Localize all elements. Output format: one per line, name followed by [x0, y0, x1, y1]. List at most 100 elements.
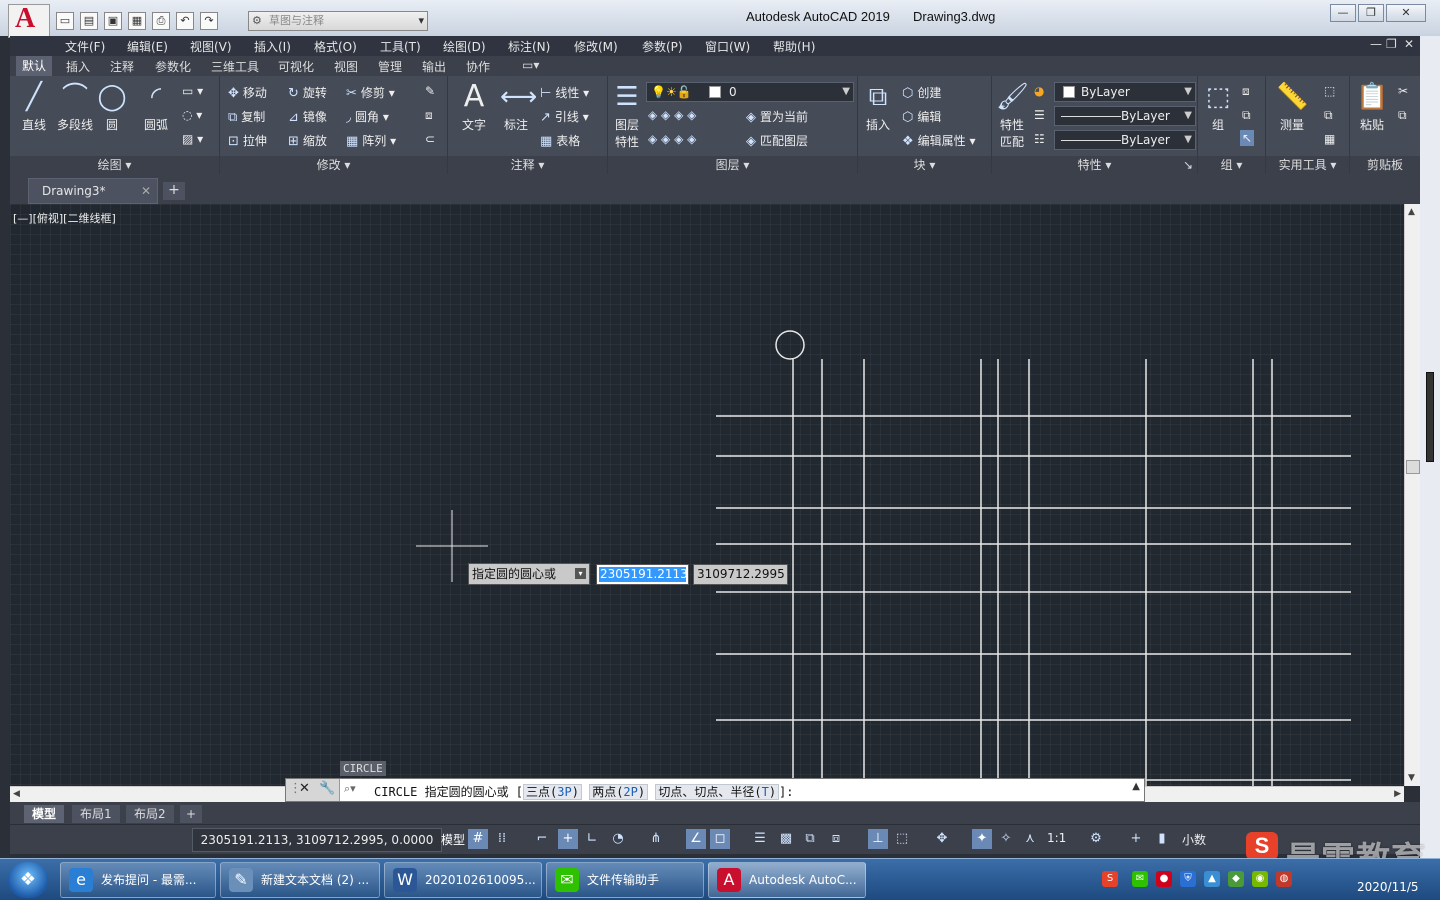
taskbar-item-wechat[interactable]: ✉ 文件传输助手 — [546, 862, 704, 898]
new-file-icon[interactable]: ▭ — [56, 12, 74, 30]
tab-3d-tools[interactable]: 三维工具 — [211, 58, 259, 75]
edit-attributes-button[interactable]: ❖ 编辑属性 ▾ — [902, 132, 976, 149]
add-layout-icon[interactable]: + — [180, 805, 203, 823]
chevron-up-icon[interactable]: ▲ — [1132, 781, 1140, 792]
copy-clip-icon[interactable]: ⧉ — [1398, 108, 1407, 123]
ribbon-display-toggle-icon[interactable]: ▭▾ — [522, 58, 539, 72]
offset-icon[interactable]: ⊂ — [425, 132, 435, 146]
weibo-icon[interactable]: ● — [1156, 871, 1172, 887]
network-icon[interactable]: ▲ — [1204, 871, 1220, 887]
move-button[interactable]: ✥ 移动 — [228, 84, 267, 101]
select-all-icon[interactable]: ⧉ — [1324, 108, 1333, 123]
recent-commands-icon[interactable]: ⌕▾ — [344, 782, 356, 796]
gizmo-icon[interactable]: ✥ — [932, 829, 952, 849]
selection-cycling-icon[interactable]: ⧉ — [800, 829, 820, 849]
lineweight-dropdown[interactable]: ByLayer ▼ — [1054, 130, 1196, 150]
gradient-icon[interactable]: ▨ ▾ — [182, 132, 203, 146]
circle-button[interactable]: ◯ 圆 — [94, 82, 130, 133]
undo-icon[interactable]: ↶ — [176, 12, 194, 30]
tab-manage[interactable]: 管理 — [378, 58, 402, 75]
new-tab-button[interactable]: + — [163, 182, 185, 200]
mirror-button[interactable]: ⊿ 镜像 — [288, 108, 327, 125]
doc-minimize-icon[interactable]: — — [1370, 37, 1382, 51]
trim-button[interactable]: ✂ 修剪 ▾ — [346, 84, 395, 101]
snap-icon[interactable]: ⁞⁞ — [492, 829, 512, 849]
close-icon[interactable]: ✕ — [299, 781, 310, 796]
transparency-icon[interactable]: ▩ — [776, 829, 796, 849]
units-selector[interactable]: 小数 — [1182, 831, 1206, 848]
layer-tools-row2[interactable]: ◈ ◈ ◈ ◈ — [648, 132, 696, 146]
fillet-button[interactable]: ◞ 圆角 ▾ — [346, 108, 389, 125]
menu-tools[interactable]: 工具(T) — [380, 38, 421, 55]
tab-output[interactable]: 输出 — [422, 58, 446, 75]
open-file-icon[interactable]: ▤ — [80, 12, 98, 30]
group-button[interactable]: ⬚ 组 — [1200, 82, 1236, 133]
groups-panel-title[interactable]: 组 ▾ — [1198, 156, 1265, 174]
menu-edit[interactable]: 编辑(E) — [127, 38, 168, 55]
explode-icon[interactable]: ⧈ — [425, 108, 433, 123]
color-dropdown[interactable]: ByLayer ▼ — [1054, 82, 1196, 102]
selection-filter-icon[interactable]: ⬚ — [892, 829, 912, 849]
match-properties-button[interactable]: 🖌 特性 匹配 — [994, 82, 1030, 150]
menu-parametric[interactable]: 参数(P) — [642, 38, 683, 55]
copy-button[interactable]: ⧉ 复制 — [228, 108, 265, 125]
modify-panel-title[interactable]: 修改 ▾ — [220, 156, 447, 174]
application-menu-button[interactable]: A — [8, 3, 50, 38]
wechat-tray-icon[interactable]: ✉ — [1132, 871, 1148, 887]
ortho-icon[interactable]: ∟ — [582, 829, 602, 849]
annotation-scale[interactable]: 1:1 — [1047, 831, 1066, 845]
tab-model[interactable]: 模型 — [24, 805, 65, 823]
start-button[interactable]: ❖ — [8, 862, 48, 898]
command-line[interactable]: ⋮ ✕ 🔧 ⌕▾ CIRCLE 指定圆的圆心或 [三点(3P) 两点(2P) 切… — [285, 778, 1145, 802]
units-icon[interactable]: ▮ — [1152, 829, 1172, 849]
utilities-panel-title[interactable]: 实用工具 ▾ — [1266, 156, 1349, 174]
security-shield-icon[interactable]: ⛨ — [1180, 871, 1196, 887]
group-select-icon[interactable]: ↖ — [1240, 130, 1255, 146]
menu-view[interactable]: 视图(V) — [190, 38, 232, 55]
polar-icon[interactable]: ◔ — [608, 829, 628, 849]
vertical-scrollbar[interactable]: ▲ ▼ — [1404, 204, 1420, 786]
arc-button[interactable]: ◜ 圆弧 — [136, 82, 176, 133]
minimize-button[interactable]: — — [1330, 4, 1356, 22]
taskbar-item-ie[interactable]: e 发布提问 - 最需... — [60, 862, 216, 898]
paste-button[interactable]: 📋 粘贴 — [1352, 82, 1392, 133]
dynamic-ucs-icon[interactable]: ⊥ — [868, 829, 888, 849]
sogou-ime-icon[interactable]: S — [1102, 871, 1118, 887]
calculator-icon[interactable]: ▦ — [1324, 132, 1335, 146]
plot-icon[interactable]: ⎙ — [152, 12, 170, 30]
menu-dimension[interactable]: 标注(N) — [508, 38, 550, 55]
scroll-right-icon[interactable]: ▶ — [1394, 789, 1401, 799]
layer-tools-row1[interactable]: ◈ ◈ ◈ ◈ — [648, 108, 696, 122]
layer-properties-button[interactable]: ☰ 图层 特性 — [608, 82, 646, 150]
properties-panel-title[interactable]: 特性 ▾ ↘ — [992, 156, 1197, 174]
stretch-button[interactable]: ⊡ 拉伸 — [228, 132, 267, 149]
save-as-icon[interactable]: ▦ — [128, 12, 146, 30]
taskbar-item-autocad[interactable]: A Autodesk AutoC... — [708, 862, 866, 898]
menu-window[interactable]: 窗口(W) — [705, 38, 750, 55]
tab-visualize[interactable]: 可视化 — [278, 58, 314, 75]
infer-constraints-icon[interactable]: ⌐ — [532, 829, 552, 849]
taskbar-item-notepad[interactable]: ✎ 新建文本文档 (2) ... — [220, 862, 380, 898]
menu-file[interactable]: 文件(F) — [65, 38, 105, 55]
workspace-gear-icon[interactable]: ⚙ — [1086, 829, 1106, 849]
quick-select-icon[interactable]: ⬚ — [1324, 84, 1335, 98]
tab-parametric[interactable]: 参数化 — [155, 58, 191, 75]
wrench-icon[interactable]: 🔧 — [319, 781, 335, 796]
annotation-visibility-icon[interactable]: ✦ — [972, 829, 992, 849]
hatch-icon[interactable]: ◌ ▾ — [182, 108, 202, 122]
menu-modify[interactable]: 修改(M) — [574, 38, 618, 55]
option-3p[interactable]: 三点(3P) — [523, 784, 582, 800]
isodraft-icon[interactable]: ⋔ — [646, 829, 666, 849]
tab-collaborate[interactable]: 协作 — [466, 58, 490, 75]
ungroup-icon[interactable]: ⧈ — [1242, 84, 1250, 99]
table-button[interactable]: ▦ 表格 — [540, 132, 580, 149]
layer-dropdown[interactable]: 💡☀🔓 0 ▼ — [646, 82, 854, 102]
menu-draw[interactable]: 绘图(D) — [443, 38, 486, 55]
option-ttr[interactable]: 切点、切点、半径(T) — [655, 784, 780, 800]
file-tab-drawing3[interactable]: Drawing3* ✕ — [28, 178, 158, 204]
annotation-scale-icon[interactable]: ⋏ — [1020, 829, 1040, 849]
measure-button[interactable]: 📏 测量 — [1270, 82, 1314, 133]
layers-panel-title[interactable]: 图层 ▾ — [608, 156, 857, 174]
redo-icon[interactable]: ↷ — [200, 12, 218, 30]
scroll-down-icon[interactable]: ▼ — [1408, 773, 1415, 783]
